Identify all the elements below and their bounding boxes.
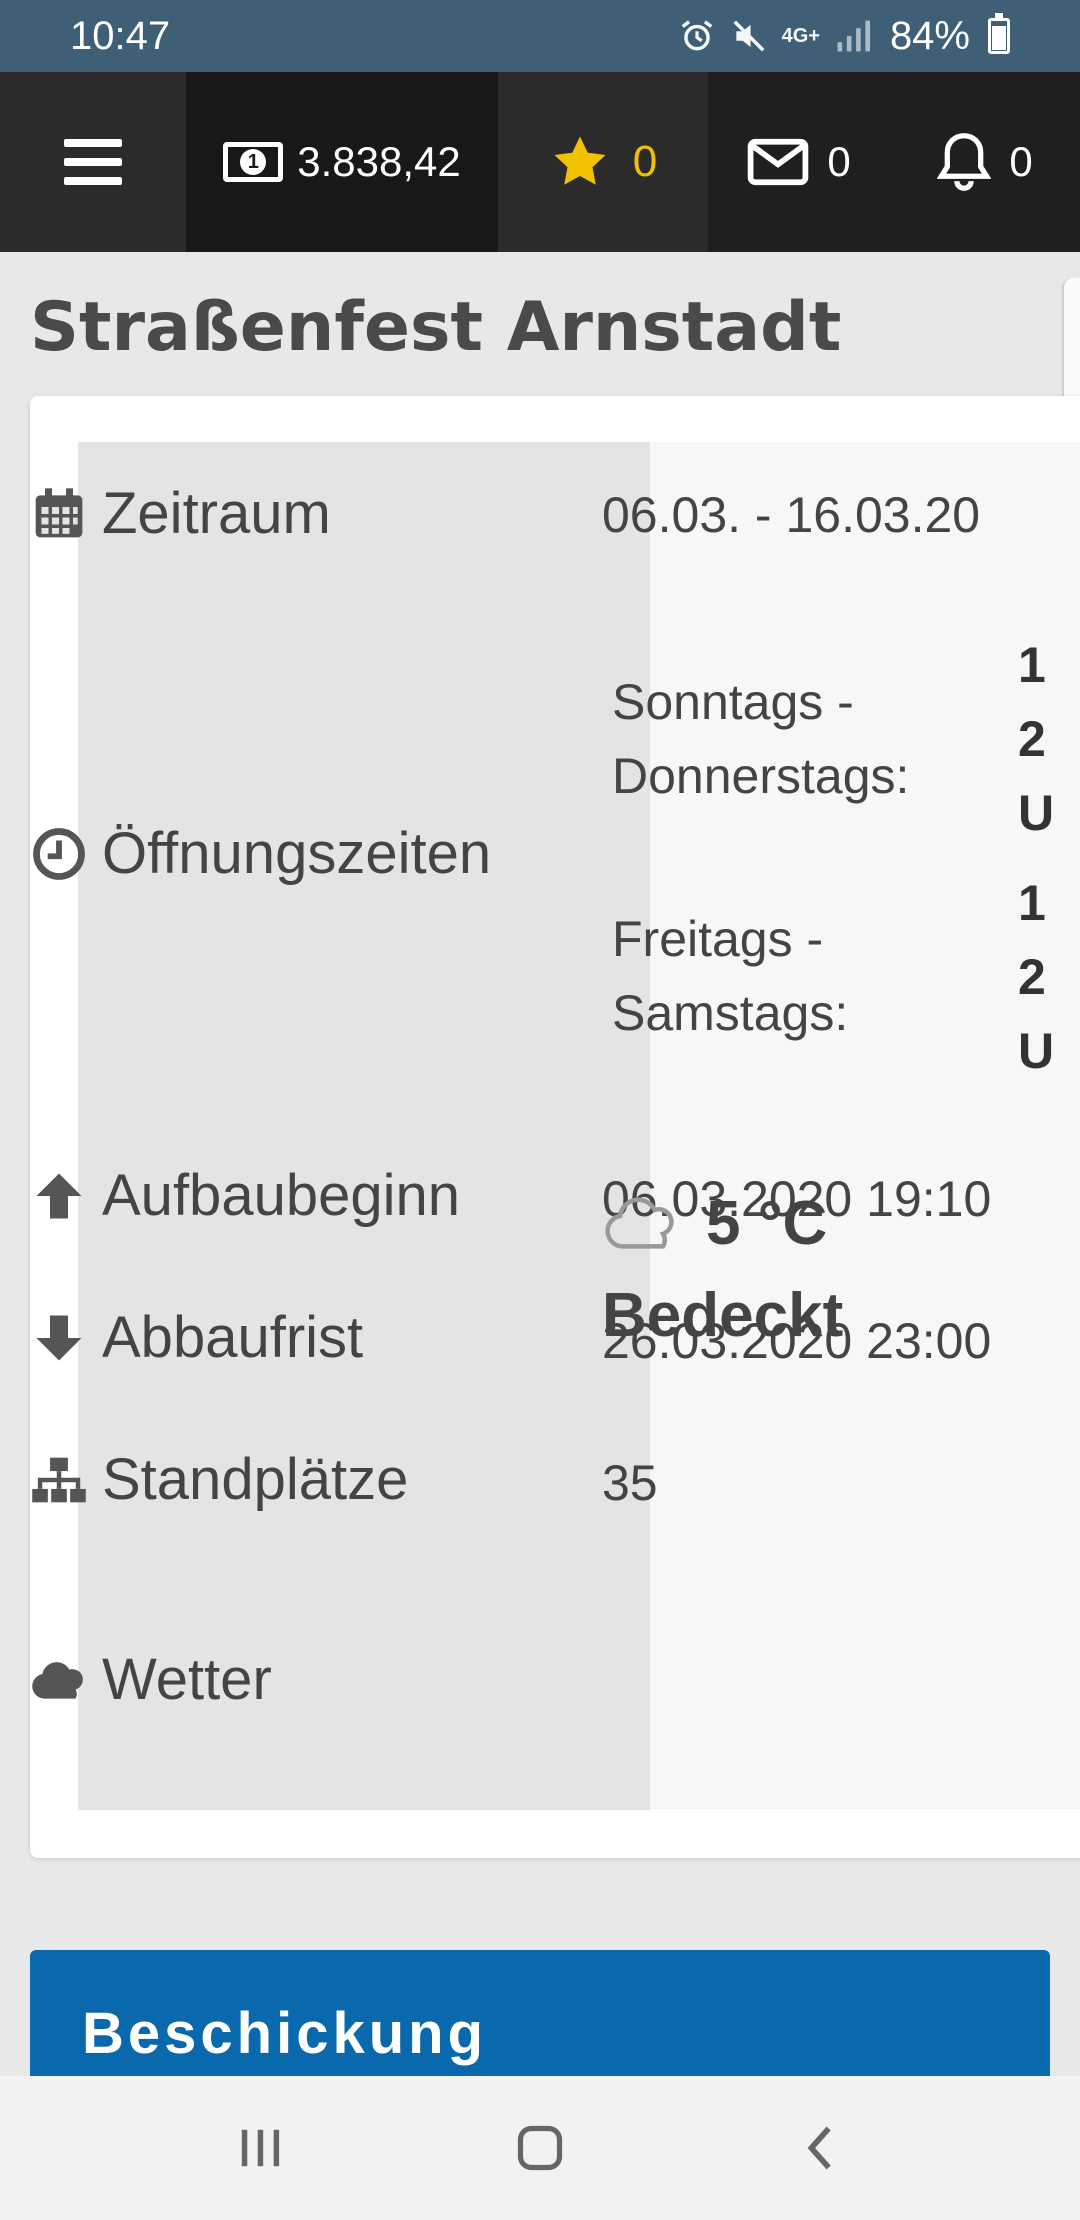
row-label-opening-hours: Öffnungszeiten (30, 820, 491, 887)
home-icon (517, 2125, 563, 2171)
row-label-period: Zeitraum (30, 480, 331, 547)
page-title: Straßenfest Arnstadt (30, 288, 842, 367)
messages-count: 0 (827, 138, 851, 185)
weather-description: Bedeckt (602, 1281, 844, 1350)
notifications-count: 0 (1009, 138, 1033, 185)
home-button[interactable] (480, 2098, 600, 2198)
battery-percent: 84% (889, 13, 970, 58)
opening-days-line1: Sonntags - (612, 674, 854, 730)
favorites-count: 0 (632, 137, 658, 186)
alarm-icon (681, 20, 712, 51)
label-column (78, 442, 650, 1810)
opening-group-weekdays: Sonntags - Donnerstags: (612, 665, 909, 813)
recents-icon (241, 2129, 280, 2167)
opening-hours-label: Öffnungszeiten (102, 821, 492, 886)
stands-value: 35 (602, 1455, 658, 1511)
setup-label: Aufbaubeginn (102, 1163, 460, 1228)
opening-days-line2: Donnerstags: (612, 748, 910, 804)
clock-icon (30, 825, 88, 883)
opening-time-line: 2 (1018, 949, 1046, 1005)
opening-time-weekdays: 1 2 U (1018, 628, 1054, 850)
weather-cloud-icon (605, 1197, 674, 1249)
arrow-down-icon (30, 1309, 88, 1367)
back-icon (807, 2126, 831, 2170)
opening-time-line: 1 (1018, 637, 1046, 693)
bell-icon (937, 133, 992, 191)
opening-time-line: U (1018, 1023, 1055, 1079)
details-table (78, 442, 1080, 1810)
calendar-icon (30, 485, 88, 543)
period-label: Zeitraum (102, 481, 331, 546)
recent-apps-button[interactable] (200, 2098, 320, 2198)
row-label-weather: Wetter (30, 1646, 272, 1713)
weather-temperature: 5 °C (602, 1188, 827, 1259)
network-type: 4G+ (781, 24, 820, 47)
section-title: Beschickung (82, 2001, 487, 2066)
notifications-button[interactable]: 0 (890, 72, 1080, 252)
mail-icon (748, 138, 809, 186)
balance-button[interactable]: 1 3.838,42 (186, 72, 498, 252)
weather-label: Wetter (102, 1647, 272, 1712)
opening-time-line: U (1018, 785, 1055, 841)
system-nav-bar (0, 2076, 1080, 2220)
balance-value: 3.838,42 (297, 138, 461, 185)
opening-time-weekend: 1 2 U (1018, 866, 1054, 1088)
opening-group-weekend: Freitags - Samstags: (612, 902, 848, 1050)
status-bar: 10:47 4G+ 84% (0, 0, 1080, 72)
row-label-teardown: Abbaufrist (30, 1304, 363, 1371)
cloud-icon (30, 1651, 88, 1709)
money-icon: 1 (223, 142, 284, 182)
row-label-setup: Aufbaubeginn (30, 1162, 460, 1229)
menu-icon (64, 139, 122, 185)
star-icon (554, 136, 606, 185)
teardown-label: Abbaufrist (102, 1305, 364, 1370)
messages-button[interactable]: 0 (708, 72, 890, 252)
signal-icon (837, 20, 870, 52)
weather-temp-value: 5 °C (706, 1189, 828, 1258)
opening-time-line: 1 (1018, 875, 1046, 931)
period-value: 06.03. - 16.03.20 (602, 487, 981, 543)
details-card (30, 396, 1080, 1858)
sitemap-icon (30, 1451, 88, 1509)
opening-time-line: 2 (1018, 711, 1046, 767)
battery-icon (988, 13, 1010, 54)
status-icons: 4G+ (678, 17, 872, 55)
app-top-bar: 1 3.838,42 0 0 0 (0, 72, 1080, 252)
row-label-stands: Standplätze (30, 1446, 408, 1513)
menu-button[interactable] (0, 72, 186, 252)
beschickung-section[interactable]: Beschickung (30, 1950, 1050, 2090)
status-indicators: 4G+ 84% (678, 13, 1010, 59)
stands-label: Standplätze (102, 1447, 409, 1512)
arrow-up-icon (30, 1167, 88, 1225)
status-time: 10:47 (70, 13, 171, 58)
favorites-button[interactable]: 0 (498, 72, 708, 252)
mute-icon (733, 20, 765, 52)
value-column (650, 442, 1080, 1810)
opening-days-line1: Freitags - (612, 911, 824, 967)
back-button[interactable] (760, 2098, 880, 2198)
opening-days-line2: Samstags: (612, 985, 849, 1041)
